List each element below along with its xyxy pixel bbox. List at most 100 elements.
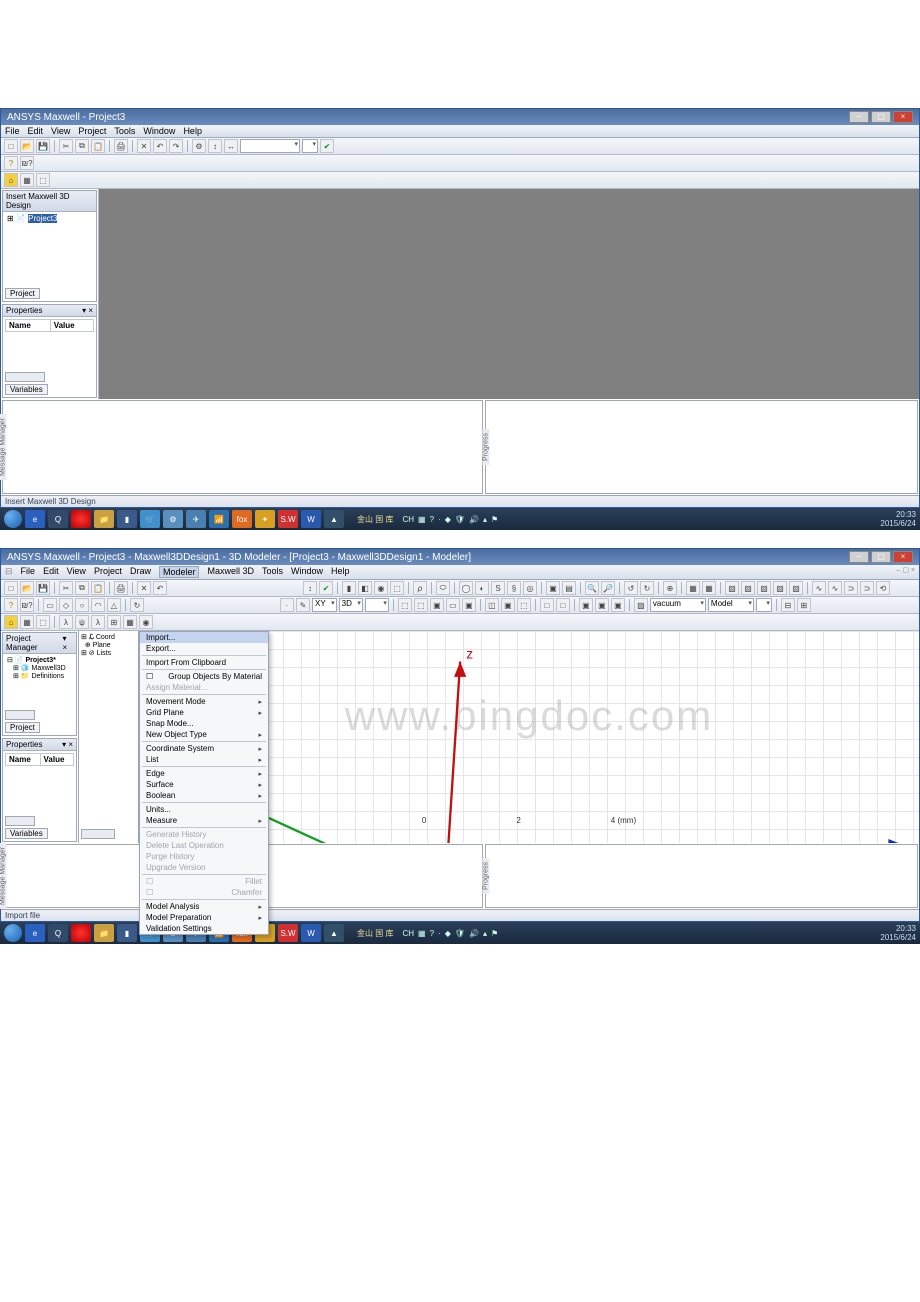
tool-icon[interactable]: ◯: [459, 581, 473, 595]
save-icon[interactable]: 💾: [36, 581, 50, 595]
cut-icon[interactable]: ✂: [59, 139, 73, 153]
menu-file[interactable]: File: [21, 566, 36, 578]
menu-tools[interactable]: Tools: [262, 566, 283, 578]
menu-draw[interactable]: Draw: [130, 566, 151, 578]
tool-icon[interactable]: ◫: [485, 598, 499, 612]
menu-view[interactable]: View: [67, 566, 86, 578]
shape-icon[interactable]: ◇: [59, 598, 73, 612]
menu-tools[interactable]: Tools: [114, 126, 135, 136]
mi-import[interactable]: Import...: [140, 632, 268, 643]
mi-model-analysis[interactable]: Model Analysis▸: [140, 901, 268, 912]
variables-tab[interactable]: Variables: [5, 384, 48, 395]
tool-icon[interactable]: ▦: [123, 615, 137, 629]
app-icon[interactable]: ▮: [117, 510, 137, 528]
app-icon[interactable]: [71, 924, 91, 942]
word-icon[interactable]: W: [301, 510, 321, 528]
app-icon[interactable]: Q: [48, 924, 68, 942]
tool-icon[interactable]: ▮: [342, 581, 356, 595]
help-icon[interactable]: ₪?: [20, 156, 34, 170]
scrollbar[interactable]: [5, 372, 45, 382]
home-icon[interactable]: ⌂: [4, 173, 18, 187]
tool-icon[interactable]: ⊞: [107, 615, 121, 629]
menu-modeler[interactable]: Modeler: [159, 566, 200, 578]
menu-edit[interactable]: Edit: [43, 566, 59, 578]
word-icon[interactable]: W: [301, 924, 321, 942]
combo-box[interactable]: [240, 139, 300, 153]
shape-icon[interactable]: ○: [75, 598, 89, 612]
ansys-icon[interactable]: ▲: [324, 510, 344, 528]
home-icon[interactable]: ⌂: [4, 615, 18, 629]
shape-icon[interactable]: ◠: [91, 598, 105, 612]
combo[interactable]: [365, 598, 389, 612]
material-combo[interactable]: vacuum: [650, 598, 706, 612]
mi-coordinate-system[interactable]: Coordinate System▸: [140, 743, 268, 754]
menu-view[interactable]: View: [51, 126, 70, 136]
tool-icon[interactable]: ⬚: [36, 173, 50, 187]
tray-icon[interactable]: ▦: [418, 929, 426, 938]
print-icon[interactable]: 🖨: [114, 139, 128, 153]
tool-icon[interactable]: 🔎: [601, 581, 615, 595]
tool-icon[interactable]: ◧: [358, 581, 372, 595]
delete-icon[interactable]: ✕: [137, 139, 151, 153]
new-icon[interactable]: □: [4, 581, 18, 595]
tool-icon[interactable]: ⊞: [797, 598, 811, 612]
tool-icon[interactable]: ◎: [523, 581, 537, 595]
model-combo[interactable]: Model: [708, 598, 754, 612]
tool-icon[interactable]: ⟲: [876, 581, 890, 595]
help-icon[interactable]: ?: [4, 156, 18, 170]
copy-icon[interactable]: ⧉: [75, 581, 89, 595]
tool-icon[interactable]: ◐: [475, 581, 489, 595]
tool-icon[interactable]: ▨: [789, 581, 803, 595]
paste-icon[interactable]: 📋: [91, 139, 105, 153]
tree-project-root[interactable]: Project3: [28, 214, 57, 223]
menu-project[interactable]: Project: [78, 126, 106, 136]
tray-icon[interactable]: ▴: [483, 515, 487, 524]
ime-indicator[interactable]: CH: [402, 929, 414, 938]
app-icon[interactable]: ✈: [186, 510, 206, 528]
tool-icon[interactable]: ▦: [686, 581, 700, 595]
shape-box-icon[interactable]: ▭: [43, 598, 57, 612]
mi-validation-settings[interactable]: Validation Settings: [140, 923, 268, 934]
tool-icon[interactable]: ⬚: [36, 615, 50, 629]
tool-icon[interactable]: ▦: [20, 615, 34, 629]
tool-icon[interactable]: ⬚: [517, 598, 531, 612]
cut-icon[interactable]: ✂: [59, 581, 73, 595]
mi-edge[interactable]: Edge▸: [140, 768, 268, 779]
clock[interactable]: 20:332015/6/24: [880, 510, 916, 528]
tool-icon[interactable]: ↻: [130, 598, 144, 612]
tool-icon[interactable]: ⬚: [414, 598, 428, 612]
tool-icon[interactable]: ▦: [702, 581, 716, 595]
tool-icon[interactable]: ↕: [303, 581, 317, 595]
tray-icon[interactable]: 🛡: [455, 515, 465, 524]
paste-icon[interactable]: 📋: [91, 581, 105, 595]
mi-import-clipboard[interactable]: Import From Clipboard: [140, 657, 268, 668]
minimize-button[interactable]: –: [849, 551, 869, 563]
tool-icon[interactable]: ⊟: [781, 598, 795, 612]
minimize-button[interactable]: –: [849, 111, 869, 123]
combo-box[interactable]: [302, 139, 318, 153]
flag-icon[interactable]: ⚑: [491, 929, 498, 938]
tray-icon[interactable]: ?: [430, 515, 434, 524]
new-icon[interactable]: □: [4, 139, 18, 153]
menu-help[interactable]: Help: [331, 566, 350, 578]
scrollbar[interactable]: [81, 829, 115, 839]
tool-icon[interactable]: S: [491, 581, 505, 595]
open-icon[interactable]: 📂: [20, 581, 34, 595]
tool-icon[interactable]: ◉: [374, 581, 388, 595]
mi-grid-plane[interactable]: Grid Plane▸: [140, 707, 268, 718]
variables-tab[interactable]: Variables: [5, 828, 48, 839]
tray-icon[interactable]: ·: [438, 929, 441, 938]
tool-icon[interactable]: λ: [59, 615, 73, 629]
app-icon[interactable]: Q: [48, 510, 68, 528]
tool-icon[interactable]: ⚙: [192, 139, 206, 153]
ie-icon[interactable]: e: [25, 510, 45, 528]
ansys-icon[interactable]: ▲: [324, 924, 344, 942]
app-icon[interactable]: fox: [232, 510, 252, 528]
mi-units[interactable]: Units...: [140, 804, 268, 815]
app-icon[interactable]: ✦: [255, 510, 275, 528]
app-icon[interactable]: 📶: [209, 510, 229, 528]
app-icon[interactable]: ▮: [117, 924, 137, 942]
tool-icon[interactable]: ▭: [446, 598, 460, 612]
tool-icon[interactable]: ↔: [224, 139, 238, 153]
tool-icon[interactable]: ⬚: [390, 581, 404, 595]
